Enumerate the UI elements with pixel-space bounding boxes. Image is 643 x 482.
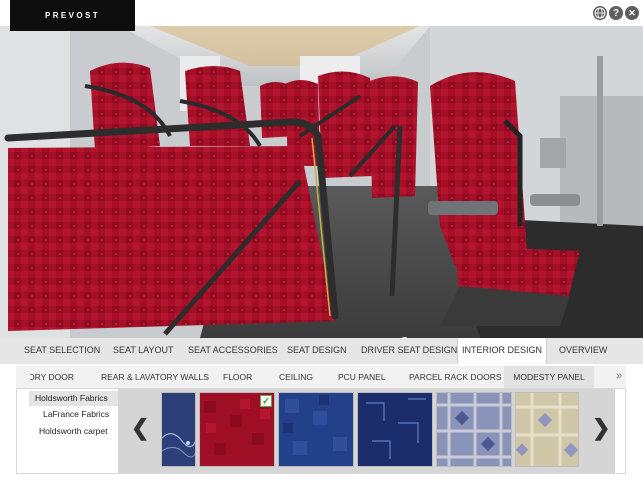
tab-seat-design[interactable]: SEAT DESIGN: [287, 338, 347, 364]
subtab-parcel-rack-doors[interactable]: PARCEL RACK DOORS: [409, 366, 502, 388]
swatch-red[interactable]: ✓: [199, 392, 275, 467]
bus-interior-3d-view[interactable]: P: [0, 26, 643, 338]
subtab-ceiling[interactable]: CEILING: [279, 366, 313, 388]
subtab-floor[interactable]: FLOOR: [223, 366, 252, 388]
subtab-lavatory-door[interactable]: LAVATORY DOOR: [30, 366, 74, 388]
selected-check-icon: ✓: [260, 395, 272, 407]
subtab-pcu-panel[interactable]: PCU PANEL: [338, 366, 386, 388]
prevost-logo: PREVOST: [10, 0, 135, 31]
tab-driver-seat-design[interactable]: DRIVER SEAT DESIGN: [361, 338, 457, 364]
globe-icon[interactable]: [593, 6, 607, 20]
swatch-blue-wave[interactable]: [161, 392, 196, 467]
fabric-selection-panel: Holdsworth Fabrics LaFrance Fabrics Hold…: [16, 388, 626, 474]
subtab-modesty-panel[interactable]: MODESTY PANEL: [504, 366, 594, 388]
tab-overview[interactable]: OVERVIEW: [559, 338, 607, 364]
tab-seat-selection[interactable]: SEAT SELECTION: [24, 338, 100, 364]
tab-interior-design[interactable]: INTERIOR DESIGN: [457, 338, 547, 364]
brand-holdsworth-carpet[interactable]: Holdsworth carpet: [29, 424, 131, 439]
subtab-rear-lavatory-walls[interactable]: REAR & LAVATORY WALLS: [101, 366, 209, 388]
subtab-next-icon[interactable]: »: [616, 366, 622, 388]
brand-lafrance-fabrics[interactable]: LaFrance Fabrics: [29, 407, 131, 422]
swatch-prev-icon[interactable]: ❮: [131, 415, 149, 441]
close-icon[interactable]: ✕: [625, 6, 639, 20]
swatch-blue-plaid[interactable]: [436, 392, 512, 467]
swatch-beige-pattern[interactable]: [515, 392, 579, 467]
tab-seat-accessories[interactable]: SEAT ACCESSORIES: [188, 338, 278, 364]
top-bar: PREVOST ? ✕: [0, 0, 643, 31]
main-tab-bar: SEAT SELECTION SEAT LAYOUT SEAT ACCESSOR…: [0, 338, 643, 364]
swatch-carousel: ❮ ✓ ❯: [118, 389, 615, 473]
help-icon[interactable]: ?: [609, 6, 623, 20]
tab-seat-layout[interactable]: SEAT LAYOUT: [113, 338, 174, 364]
brand-holdsworth-fabrics[interactable]: Holdsworth Fabrics: [29, 391, 131, 406]
swatch-next-icon[interactable]: ❯: [592, 415, 610, 441]
swatch-blue-pattern[interactable]: [278, 392, 354, 467]
sub-tab-bar: LAVATORY DOOR REAR & LAVATORY WALLS FLOO…: [16, 366, 626, 388]
swatch-navy-geometric[interactable]: [357, 392, 433, 467]
